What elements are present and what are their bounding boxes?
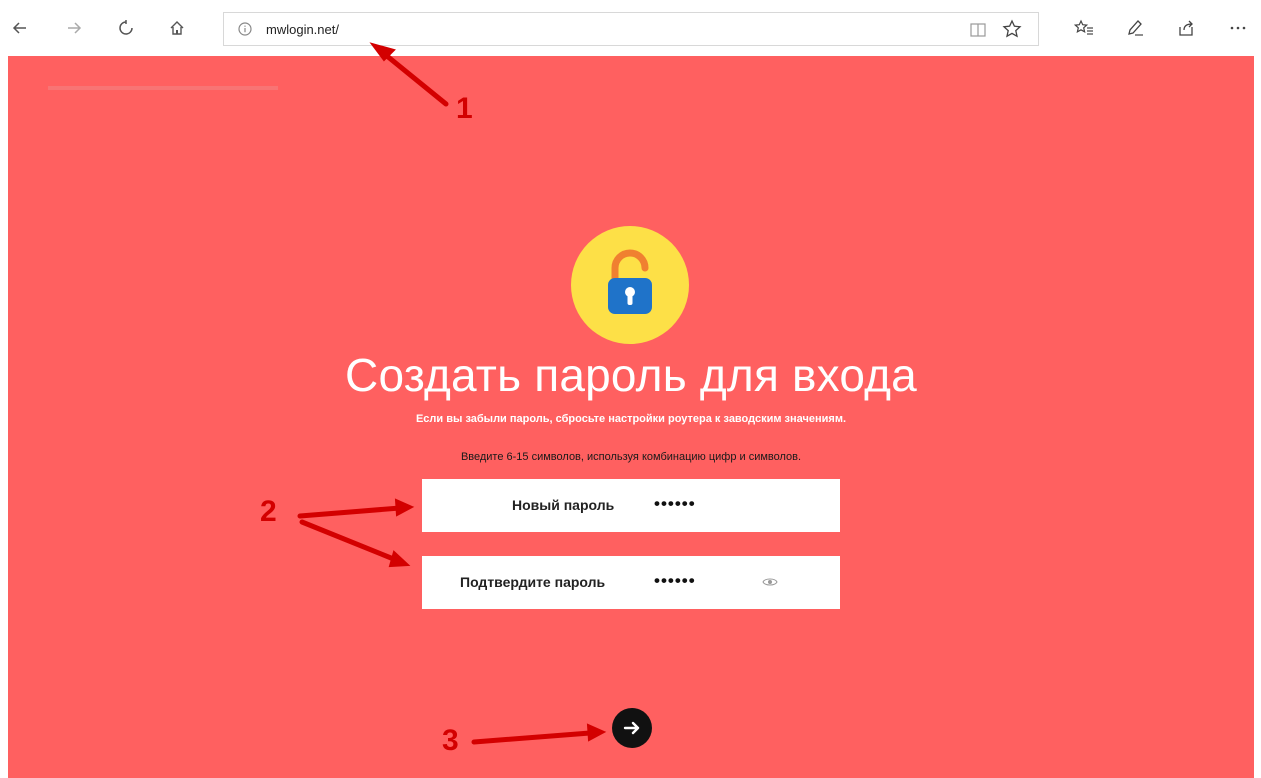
- annotation-number-2: 2: [260, 495, 277, 528]
- submit-button[interactable]: [612, 708, 652, 748]
- new-password-label: Новый пароль: [512, 497, 615, 513]
- url-text[interactable]: mwlogin.net/: [266, 22, 339, 37]
- faint-header-strip: [48, 86, 278, 90]
- star-icon[interactable]: [1002, 19, 1022, 39]
- refresh-icon: [119, 20, 133, 35]
- favorites-button[interactable]: [1070, 14, 1098, 42]
- favorites-icon: [1074, 19, 1093, 35]
- new-password-value[interactable]: ••••••: [654, 494, 696, 514]
- more-button[interactable]: [1224, 14, 1252, 42]
- address-bar[interactable]: mwlogin.net/: [223, 12, 1039, 46]
- eye-icon[interactable]: [762, 575, 778, 589]
- new-password-field[interactable]: Новый пароль ••••••: [422, 479, 840, 532]
- confirm-password-value[interactable]: ••••••: [654, 571, 696, 591]
- back-button[interactable]: [6, 14, 34, 42]
- forward-button[interactable]: [60, 14, 88, 42]
- refresh-button[interactable]: [112, 14, 140, 42]
- password-hint-text: Введите 6-15 символов, используя комбина…: [460, 451, 802, 463]
- reset-warning-text: Если вы забыли пароль, сбросьте настройк…: [415, 413, 847, 425]
- browser-toolbar: mwlogin.net/: [0, 0, 1261, 56]
- more-icon: [1230, 26, 1246, 30]
- share-button[interactable]: [1172, 14, 1200, 42]
- pen-icon: [1128, 20, 1143, 36]
- share-icon: [1179, 20, 1193, 36]
- info-icon[interactable]: [238, 22, 252, 36]
- reading-view-icon[interactable]: [969, 21, 987, 39]
- home-button[interactable]: [163, 14, 191, 42]
- back-arrow-icon: [12, 22, 26, 34]
- annotation-number-1: 1: [456, 92, 473, 125]
- home-icon: [170, 21, 184, 35]
- confirm-password-label: Подтвердите пароль: [460, 574, 606, 590]
- annotation-number-3: 3: [442, 724, 459, 757]
- lock-icon: [608, 249, 652, 314]
- confirm-password-field[interactable]: Подтвердите пароль ••••••: [422, 556, 840, 609]
- arrow-right-icon: [623, 721, 640, 735]
- pen-button[interactable]: [1122, 14, 1150, 42]
- forward-arrow-icon: [68, 22, 82, 34]
- lock-badge: [571, 226, 689, 344]
- router-login-page: Создать пароль для входа Если вы забыли …: [8, 56, 1254, 778]
- page-title: Создать пароль для входа: [345, 349, 917, 401]
